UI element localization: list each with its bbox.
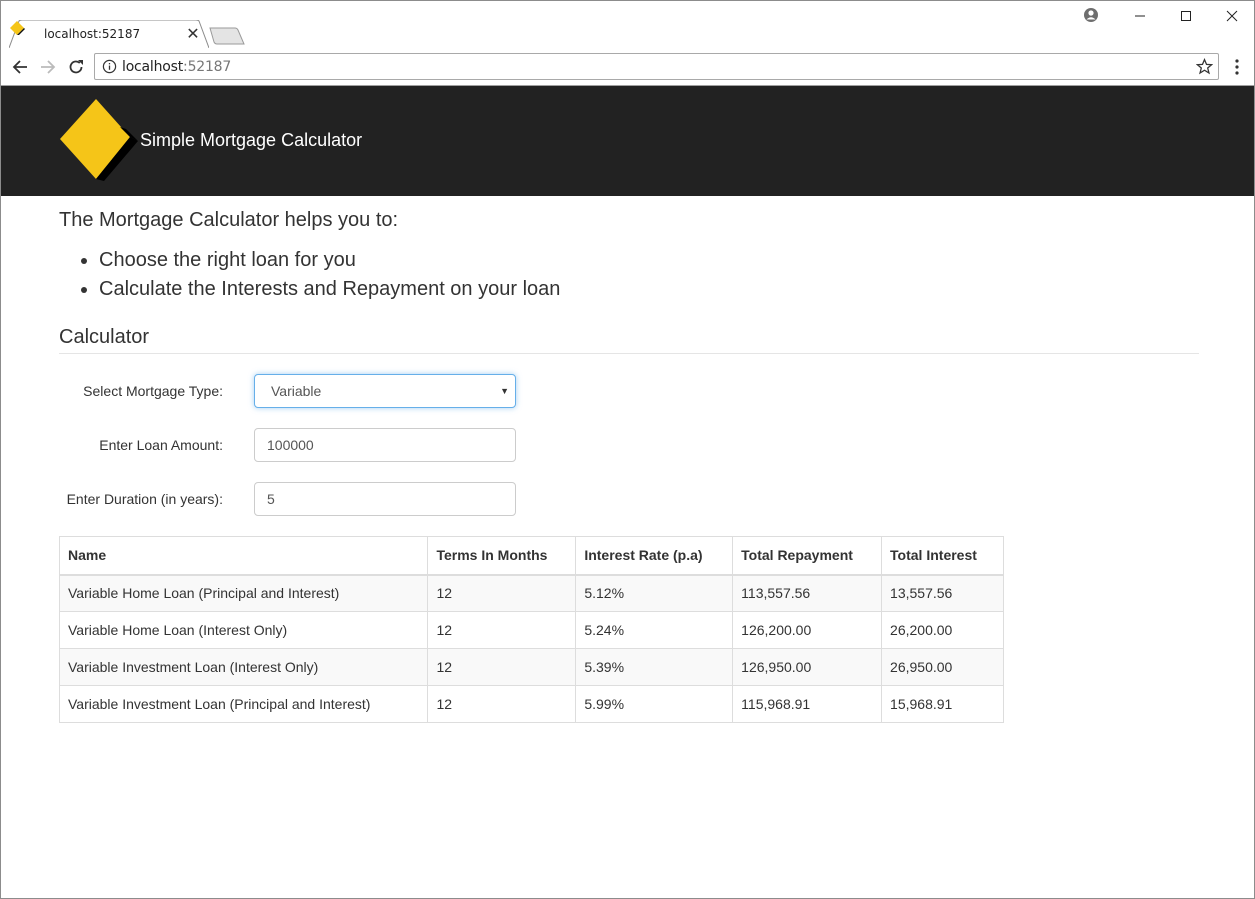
rate-cell: 5.39% bbox=[575, 648, 734, 686]
terms-cell: 12 bbox=[427, 611, 577, 649]
list-item: Choose the right loan for you bbox=[80, 246, 560, 275]
site-brand-title[interactable]: Simple Mortgage Calculator bbox=[140, 130, 362, 151]
table-row: Variable Investment Loan (Interest Only)… bbox=[58, 648, 1004, 686]
repayment-cell: 126,950.00 bbox=[732, 648, 883, 686]
close-window-icon[interactable] bbox=[1209, 1, 1254, 31]
interest-cell: 26,200.00 bbox=[881, 611, 1004, 649]
terms-cell: 12 bbox=[427, 648, 577, 686]
site-info-icon[interactable] bbox=[102, 59, 117, 74]
section-divider bbox=[59, 353, 1199, 354]
loan-results-table: Name Terms In Months Interest Rate (p.a)… bbox=[58, 536, 1004, 723]
terms-cell: 12 bbox=[427, 574, 577, 612]
browser-window: localhost:52187 ✕ localhost:52187 Simple… bbox=[0, 0, 1255, 899]
column-header: Interest Rate (p.a) bbox=[575, 536, 734, 576]
repayment-cell: 113,557.56 bbox=[732, 574, 883, 612]
table-row: Variable Investment Loan (Principal and … bbox=[58, 685, 1004, 723]
back-arrow-icon[interactable] bbox=[9, 56, 31, 78]
forward-arrow-icon[interactable] bbox=[37, 56, 59, 78]
address-url: localhost:52187 bbox=[122, 59, 232, 75]
interest-cell: 26,950.00 bbox=[881, 648, 1004, 686]
loan-name-cell: Variable Investment Loan (Interest Only) bbox=[58, 648, 429, 686]
mortgage-type-select[interactable]: Variable ▼ bbox=[254, 374, 516, 408]
site-favicon-icon bbox=[10, 21, 25, 35]
table-row: Variable Home Loan (Principal and Intere… bbox=[58, 574, 1004, 612]
bank-logo bbox=[60, 99, 138, 181]
terms-cell: 12 bbox=[427, 685, 577, 723]
dropdown-caret-icon: ▼ bbox=[500, 386, 509, 396]
loan-amount-input[interactable]: 100000 bbox=[254, 428, 516, 462]
loan-name-cell: Variable Investment Loan (Principal and … bbox=[58, 685, 429, 723]
intro-heading: The Mortgage Calculator helps you to: bbox=[59, 209, 399, 231]
rate-cell: 5.99% bbox=[575, 685, 734, 723]
browser-titlebar: localhost:52187 ✕ bbox=[1, 1, 1254, 48]
table-header-row: Name Terms In Months Interest Rate (p.a)… bbox=[58, 536, 1004, 576]
browser-tab[interactable]: localhost:52187 ✕ bbox=[9, 20, 209, 48]
repayment-cell: 115,968.91 bbox=[732, 685, 883, 723]
site-header: Simple Mortgage Calculator bbox=[1, 86, 1254, 196]
loan-name-cell: Variable Home Loan (Principal and Intere… bbox=[58, 574, 429, 612]
repayment-cell: 126,200.00 bbox=[732, 611, 883, 649]
calculator-heading: Calculator bbox=[59, 326, 150, 348]
address-bar[interactable]: localhost:52187 bbox=[94, 53, 1219, 80]
browser-toolbar: localhost:52187 bbox=[1, 48, 1254, 86]
maximize-icon[interactable] bbox=[1163, 1, 1209, 31]
rate-cell: 5.12% bbox=[575, 574, 734, 612]
mortgage-type-label: Select Mortgage Type: bbox=[83, 383, 223, 399]
list-item: Calculate the Interests and Repayment on… bbox=[80, 275, 560, 304]
rate-cell: 5.24% bbox=[575, 611, 734, 649]
profile-icon[interactable] bbox=[1083, 7, 1099, 23]
table-row: Variable Home Loan (Interest Only) 12 5.… bbox=[58, 611, 1004, 649]
duration-label: Enter Duration (in years): bbox=[66, 491, 223, 507]
new-tab-button[interactable] bbox=[209, 27, 247, 45]
column-header: Terms In Months bbox=[427, 536, 577, 576]
loan-amount-label: Enter Loan Amount: bbox=[99, 437, 223, 453]
mortgage-type-value: Variable bbox=[271, 383, 322, 399]
column-header: Name bbox=[58, 536, 429, 576]
interest-cell: 15,968.91 bbox=[881, 685, 1004, 723]
duration-input[interactable]: 5 bbox=[254, 482, 516, 516]
column-header: Total Repayment bbox=[732, 536, 883, 576]
browser-menu-icon[interactable] bbox=[1229, 57, 1245, 77]
minimize-icon[interactable] bbox=[1117, 1, 1163, 31]
reload-icon[interactable] bbox=[65, 56, 87, 78]
column-header: Total Interest bbox=[881, 536, 1004, 576]
intro-bullet-list: Choose the right loan for you Calculate … bbox=[80, 246, 560, 304]
tab-title: localhost:52187 bbox=[44, 27, 141, 41]
interest-cell: 13,557.56 bbox=[881, 574, 1004, 612]
page-content: Simple Mortgage Calculator The Mortgage … bbox=[1, 86, 1254, 898]
bookmark-star-icon[interactable] bbox=[1196, 58, 1213, 75]
tab-close-icon[interactable]: ✕ bbox=[185, 24, 201, 44]
loan-name-cell: Variable Home Loan (Interest Only) bbox=[58, 611, 429, 649]
